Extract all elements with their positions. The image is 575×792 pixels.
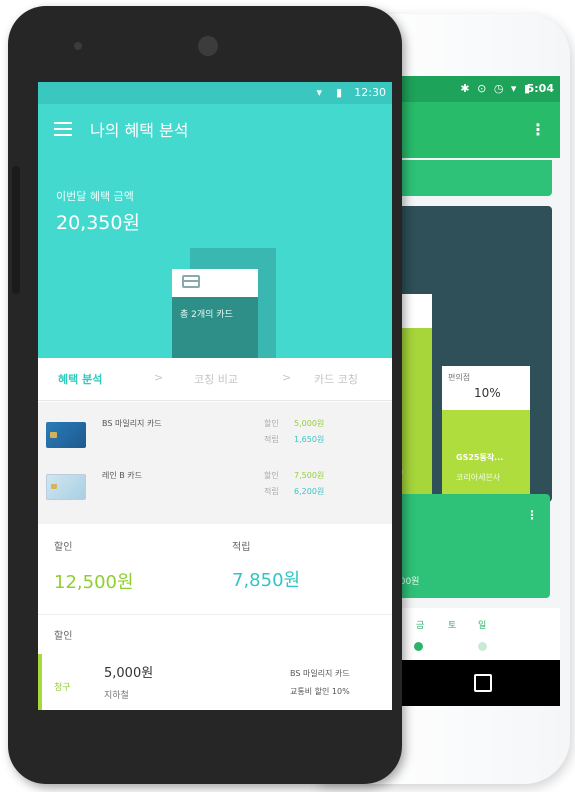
back-summary-card <box>392 160 552 196</box>
overflow-menu-icon[interactable]: ⋮ <box>530 120 546 139</box>
page-title: 나의 혜택 분석 <box>90 121 189 140</box>
tooltip-percent: 10% <box>474 386 501 400</box>
status-time: 12:30 <box>354 86 386 99</box>
tooltip-brand: 코리아세븐사 <box>456 473 501 482</box>
points-value: 1,650원 <box>294 435 325 444</box>
entry-tag: 청구 <box>54 683 71 693</box>
back-status-icons: ✱ ⊙ ◷ ▾ ▮ <box>460 82 532 95</box>
card-list: BS 마일리지 카드 할인 5,000원 적립 1,650원 레인 B 카드 할… <box>38 402 392 524</box>
entry-card-name: BS 마일리지 카드 <box>290 669 350 678</box>
card-row[interactable]: 레인 B 카드 할인 7,500원 적립 6,200원 <box>38 468 392 524</box>
discount-value: 7,500원 <box>294 471 325 480</box>
discount-label: 할인 <box>264 471 279 480</box>
day-label[interactable]: 금 <box>416 618 424 631</box>
speaker-icon <box>74 42 82 50</box>
points-label: 적립 <box>264 487 279 496</box>
discount-total-value: 12,500원 <box>54 572 134 593</box>
discount-section-title: 할인 <box>54 631 73 642</box>
recents-button-icon[interactable] <box>474 674 492 692</box>
back-day-selector: 금 토 일 <box>392 608 560 664</box>
tab-card-coaching[interactable]: 카드 코칭 <box>314 371 358 387</box>
front-phone-screen: ▾ ▮ 12:30 나의 혜택 분석 이번달 혜택 금액 20,350원 총 2… <box>38 82 392 710</box>
back-app-bar: ⋮ <box>392 102 560 158</box>
category-tooltip[interactable]: 편의점 10% GS25동작... 코리아세븐사 <box>442 366 530 498</box>
card-menu-icon[interactable]: ⋮ <box>526 508 538 522</box>
back-chart-panel: 5) 편의점 10% GS25동작... 코리아세븐사 <box>392 206 552 502</box>
points-value: 6,200원 <box>294 487 325 496</box>
wifi-icon: ▾ <box>316 86 322 99</box>
day-label[interactable]: 일 <box>478 618 486 631</box>
card-name: 레인 B 카드 <box>102 471 143 480</box>
discount-label: 할인 <box>264 419 279 428</box>
benefit-summary: 할인 적립 12,500원 7,850원 <box>38 524 392 615</box>
menu-icon[interactable] <box>54 122 72 136</box>
tab-benefit-analysis[interactable]: 혜택 분석 <box>58 371 102 387</box>
front-phone-body: ▾ ▮ 12:30 나의 혜택 분석 이번달 혜택 금액 20,350원 총 2… <box>8 6 402 784</box>
card-count-label: 총 2개의 카드 <box>180 310 233 320</box>
day-label[interactable]: 토 <box>448 618 456 631</box>
back-status-bar: ✱ ⊙ ◷ ▾ ▮ 5:04 <box>392 76 560 102</box>
card-count-bar[interactable]: 총 2개의 카드 <box>172 269 258 358</box>
status-bar: ▾ ▮ 12:30 <box>38 82 392 104</box>
back-green-card: ⋮ 800원 <box>392 494 550 598</box>
entry-benefit: 교통비 할인 10% <box>290 687 350 696</box>
entry-accent-bar <box>38 654 42 710</box>
day-indicator-active <box>414 642 423 651</box>
back-phone-screen: ✱ ⊙ ◷ ▾ ▮ 5:04 ⋮ 5) 편의점 10% GS25동작... 코리… <box>392 76 560 706</box>
tooltip-store: GS25동작... <box>456 453 504 462</box>
chevron-right-icon: > <box>154 371 164 384</box>
back-status-time: 5:04 <box>526 82 554 95</box>
chevron-right-icon: > <box>282 371 292 384</box>
side-button <box>12 166 20 294</box>
card-name: BS 마일리지 카드 <box>102 419 162 428</box>
tooltip-category: 편의점 <box>448 373 471 382</box>
credit-card-icon <box>182 275 200 288</box>
month-benefit-amount: 20,350원 <box>56 212 140 234</box>
discount-value: 5,000원 <box>294 419 325 428</box>
benefit-header: 나의 혜택 분석 이번달 혜택 금액 20,350원 총 2개의 카드 <box>38 104 392 358</box>
day-indicator <box>478 642 487 651</box>
month-benefit-label: 이번달 혜택 금액 <box>56 190 134 203</box>
discount-total-label: 할인 <box>54 542 73 553</box>
points-total-value: 7,850원 <box>232 570 301 591</box>
camera-icon <box>198 36 218 56</box>
back-nav-bar <box>392 660 560 706</box>
points-total-label: 적립 <box>232 542 251 553</box>
points-label: 적립 <box>264 435 279 444</box>
tab-bar: 혜택 분석 > 코칭 비교 > 카드 코칭 <box>38 358 392 401</box>
card-thumbnail <box>46 474 86 500</box>
tab-coaching-compare[interactable]: 코칭 비교 <box>194 371 238 387</box>
card-row[interactable]: BS 마일리지 카드 할인 5,000원 적립 1,650원 <box>38 416 392 472</box>
entry-amount[interactable]: 5,000원 <box>104 662 153 681</box>
entry-place: 지하철 <box>104 691 129 701</box>
battery-icon: ▮ <box>335 86 342 99</box>
card-count-bar-top <box>172 269 258 297</box>
card-thumbnail <box>46 422 86 448</box>
